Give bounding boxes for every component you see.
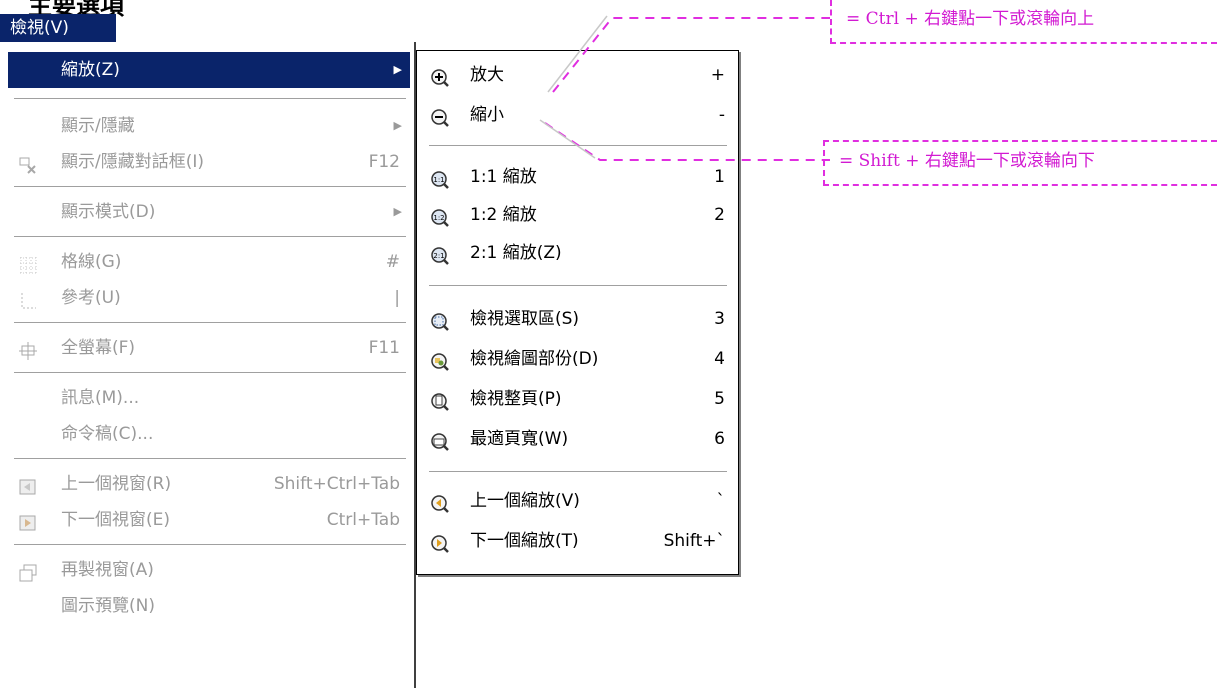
next-window-icon bbox=[18, 510, 38, 531]
submenu-item-shortcut: 6 bbox=[714, 429, 725, 449]
zoom-next-icon bbox=[430, 531, 450, 553]
menu-item-prev-window[interactable]: 上一個視窗(R) Shift+Ctrl+Tab bbox=[8, 466, 410, 502]
svg-text:1:2: 1:2 bbox=[433, 214, 444, 222]
grid-icon bbox=[18, 252, 38, 274]
menu-item-shortcut: | bbox=[394, 288, 400, 308]
menu-separator bbox=[14, 322, 406, 324]
submenu-item-label: 下一個縮放(T) bbox=[470, 531, 579, 551]
zoom-out-annotation-text: = Shift + 右鍵點一下或滾輪向下 bbox=[839, 151, 1095, 171]
submenu-item-zoom-next[interactable]: 下一個縮放(T) Shift+` bbox=[418, 523, 737, 559]
menu-item-next-window[interactable]: 下一個視窗(E) Ctrl+Tab bbox=[8, 502, 410, 538]
menu-item-duplicate-window[interactable]: 再製視窗(A) bbox=[8, 552, 410, 588]
submenu-item-shortcut: 3 bbox=[714, 309, 725, 329]
submenu-item-shortcut: 2 bbox=[714, 205, 725, 225]
submenu-item-shortcut: 5 bbox=[714, 389, 725, 409]
zoom-out-annotation: = Shift + 右鍵點一下或滾輪向下 bbox=[823, 140, 1217, 186]
submenu-item-label: 2:1 縮放(Z) bbox=[470, 243, 562, 263]
menu-item-label: 訊息(M)... bbox=[61, 388, 140, 408]
submenu-item-zoom-drawing[interactable]: 檢視繪圖部份(D) 4 bbox=[418, 341, 737, 377]
menu-item-messages[interactable]: 訊息(M)... bbox=[8, 380, 410, 416]
menu-item-scripts[interactable]: 命令稿(C)... bbox=[8, 416, 410, 452]
prev-window-icon bbox=[18, 474, 38, 495]
menu-item-icon-preview[interactable]: 圖示預覽(N) bbox=[8, 588, 410, 624]
menu-item-label: 格線(G) bbox=[61, 252, 122, 272]
submenu-item-zoom-page[interactable]: 檢視整頁(P) 5 bbox=[418, 381, 737, 417]
submenu-item-zoom-selection[interactable]: 檢視選取區(S) 3 bbox=[418, 301, 737, 337]
submenu-separator bbox=[429, 471, 727, 473]
submenu-separator bbox=[429, 285, 727, 287]
submenu-item-label: 檢視繪圖部份(D) bbox=[470, 349, 599, 369]
submenu-item-label: 1:2 縮放 bbox=[470, 205, 537, 225]
menu-item-label: 全螢幕(F) bbox=[61, 338, 136, 358]
duplicate-window-icon bbox=[18, 560, 38, 582]
menu-item-grid[interactable]: 格線(G) # bbox=[8, 244, 410, 280]
menu-separator bbox=[14, 458, 406, 460]
submenu-item-label: 檢視整頁(P) bbox=[470, 389, 562, 409]
menu-separator bbox=[14, 544, 406, 546]
menu-item-shortcut: Shift+Ctrl+Tab bbox=[273, 474, 400, 494]
menu-item-label: 命令稿(C)... bbox=[61, 424, 154, 444]
menu-item-label: 上一個視窗(R) bbox=[61, 474, 172, 494]
menu-separator bbox=[14, 236, 406, 238]
submenu-item-label: 最適頁寬(W) bbox=[470, 429, 569, 449]
submenu-item-shortcut: Shift+` bbox=[663, 531, 725, 551]
zoom-width-icon bbox=[430, 429, 450, 451]
zoom-prev-icon bbox=[430, 491, 450, 513]
zoom-in-annotation-text: = Ctrl + 右鍵點一下或滾輪向上 bbox=[846, 9, 1095, 29]
menu-item-shortcut: # bbox=[385, 252, 400, 272]
menu-item-label: 再製視窗(A) bbox=[61, 560, 154, 580]
submenu-item-zoom-1-2[interactable]: 1:2 1:2 縮放 2 bbox=[418, 197, 737, 233]
zoom-in-annotation: = Ctrl + 右鍵點一下或滾輪向上 bbox=[830, 0, 1217, 44]
submenu-item-label: 上一個縮放(V) bbox=[470, 491, 580, 511]
menu-item-label: 圖示預覽(N) bbox=[61, 596, 155, 616]
menu-item-shortcut: Ctrl+Tab bbox=[326, 510, 400, 530]
menu-separator bbox=[14, 372, 406, 374]
menu-item-fullscreen[interactable]: 全螢幕(F) F11 bbox=[8, 330, 410, 366]
menu-item-guides[interactable]: 參考(U) | bbox=[8, 280, 410, 316]
menu-item-shortcut: F11 bbox=[368, 338, 400, 358]
submenu-item-label: 檢視選取區(S) bbox=[470, 309, 580, 329]
submenu-item-shortcut: ` bbox=[716, 491, 726, 511]
zoom-page-icon bbox=[430, 389, 450, 411]
zoom-selection-icon bbox=[430, 309, 450, 331]
submenu-item-zoom-2-1[interactable]: 2:1 2:1 縮放(Z) bbox=[418, 235, 737, 271]
guides-icon bbox=[18, 288, 38, 309]
submenu-item-zoom-width[interactable]: 最適頁寬(W) 6 bbox=[418, 421, 737, 457]
fullscreen-icon bbox=[18, 338, 38, 360]
zoom-1-2-icon: 1:2 bbox=[430, 205, 450, 227]
submenu-item-zoom-prev[interactable]: 上一個縮放(V) ` bbox=[418, 483, 737, 519]
svg-text:2:1: 2:1 bbox=[433, 252, 444, 260]
menu-item-label: 參考(U) bbox=[61, 288, 121, 308]
submenu-item-shortcut: 4 bbox=[714, 349, 725, 369]
zoom-2-1-icon: 2:1 bbox=[430, 243, 450, 265]
menu-item-label: 下一個視窗(E) bbox=[61, 510, 171, 530]
zoom-drawing-icon bbox=[430, 349, 450, 371]
